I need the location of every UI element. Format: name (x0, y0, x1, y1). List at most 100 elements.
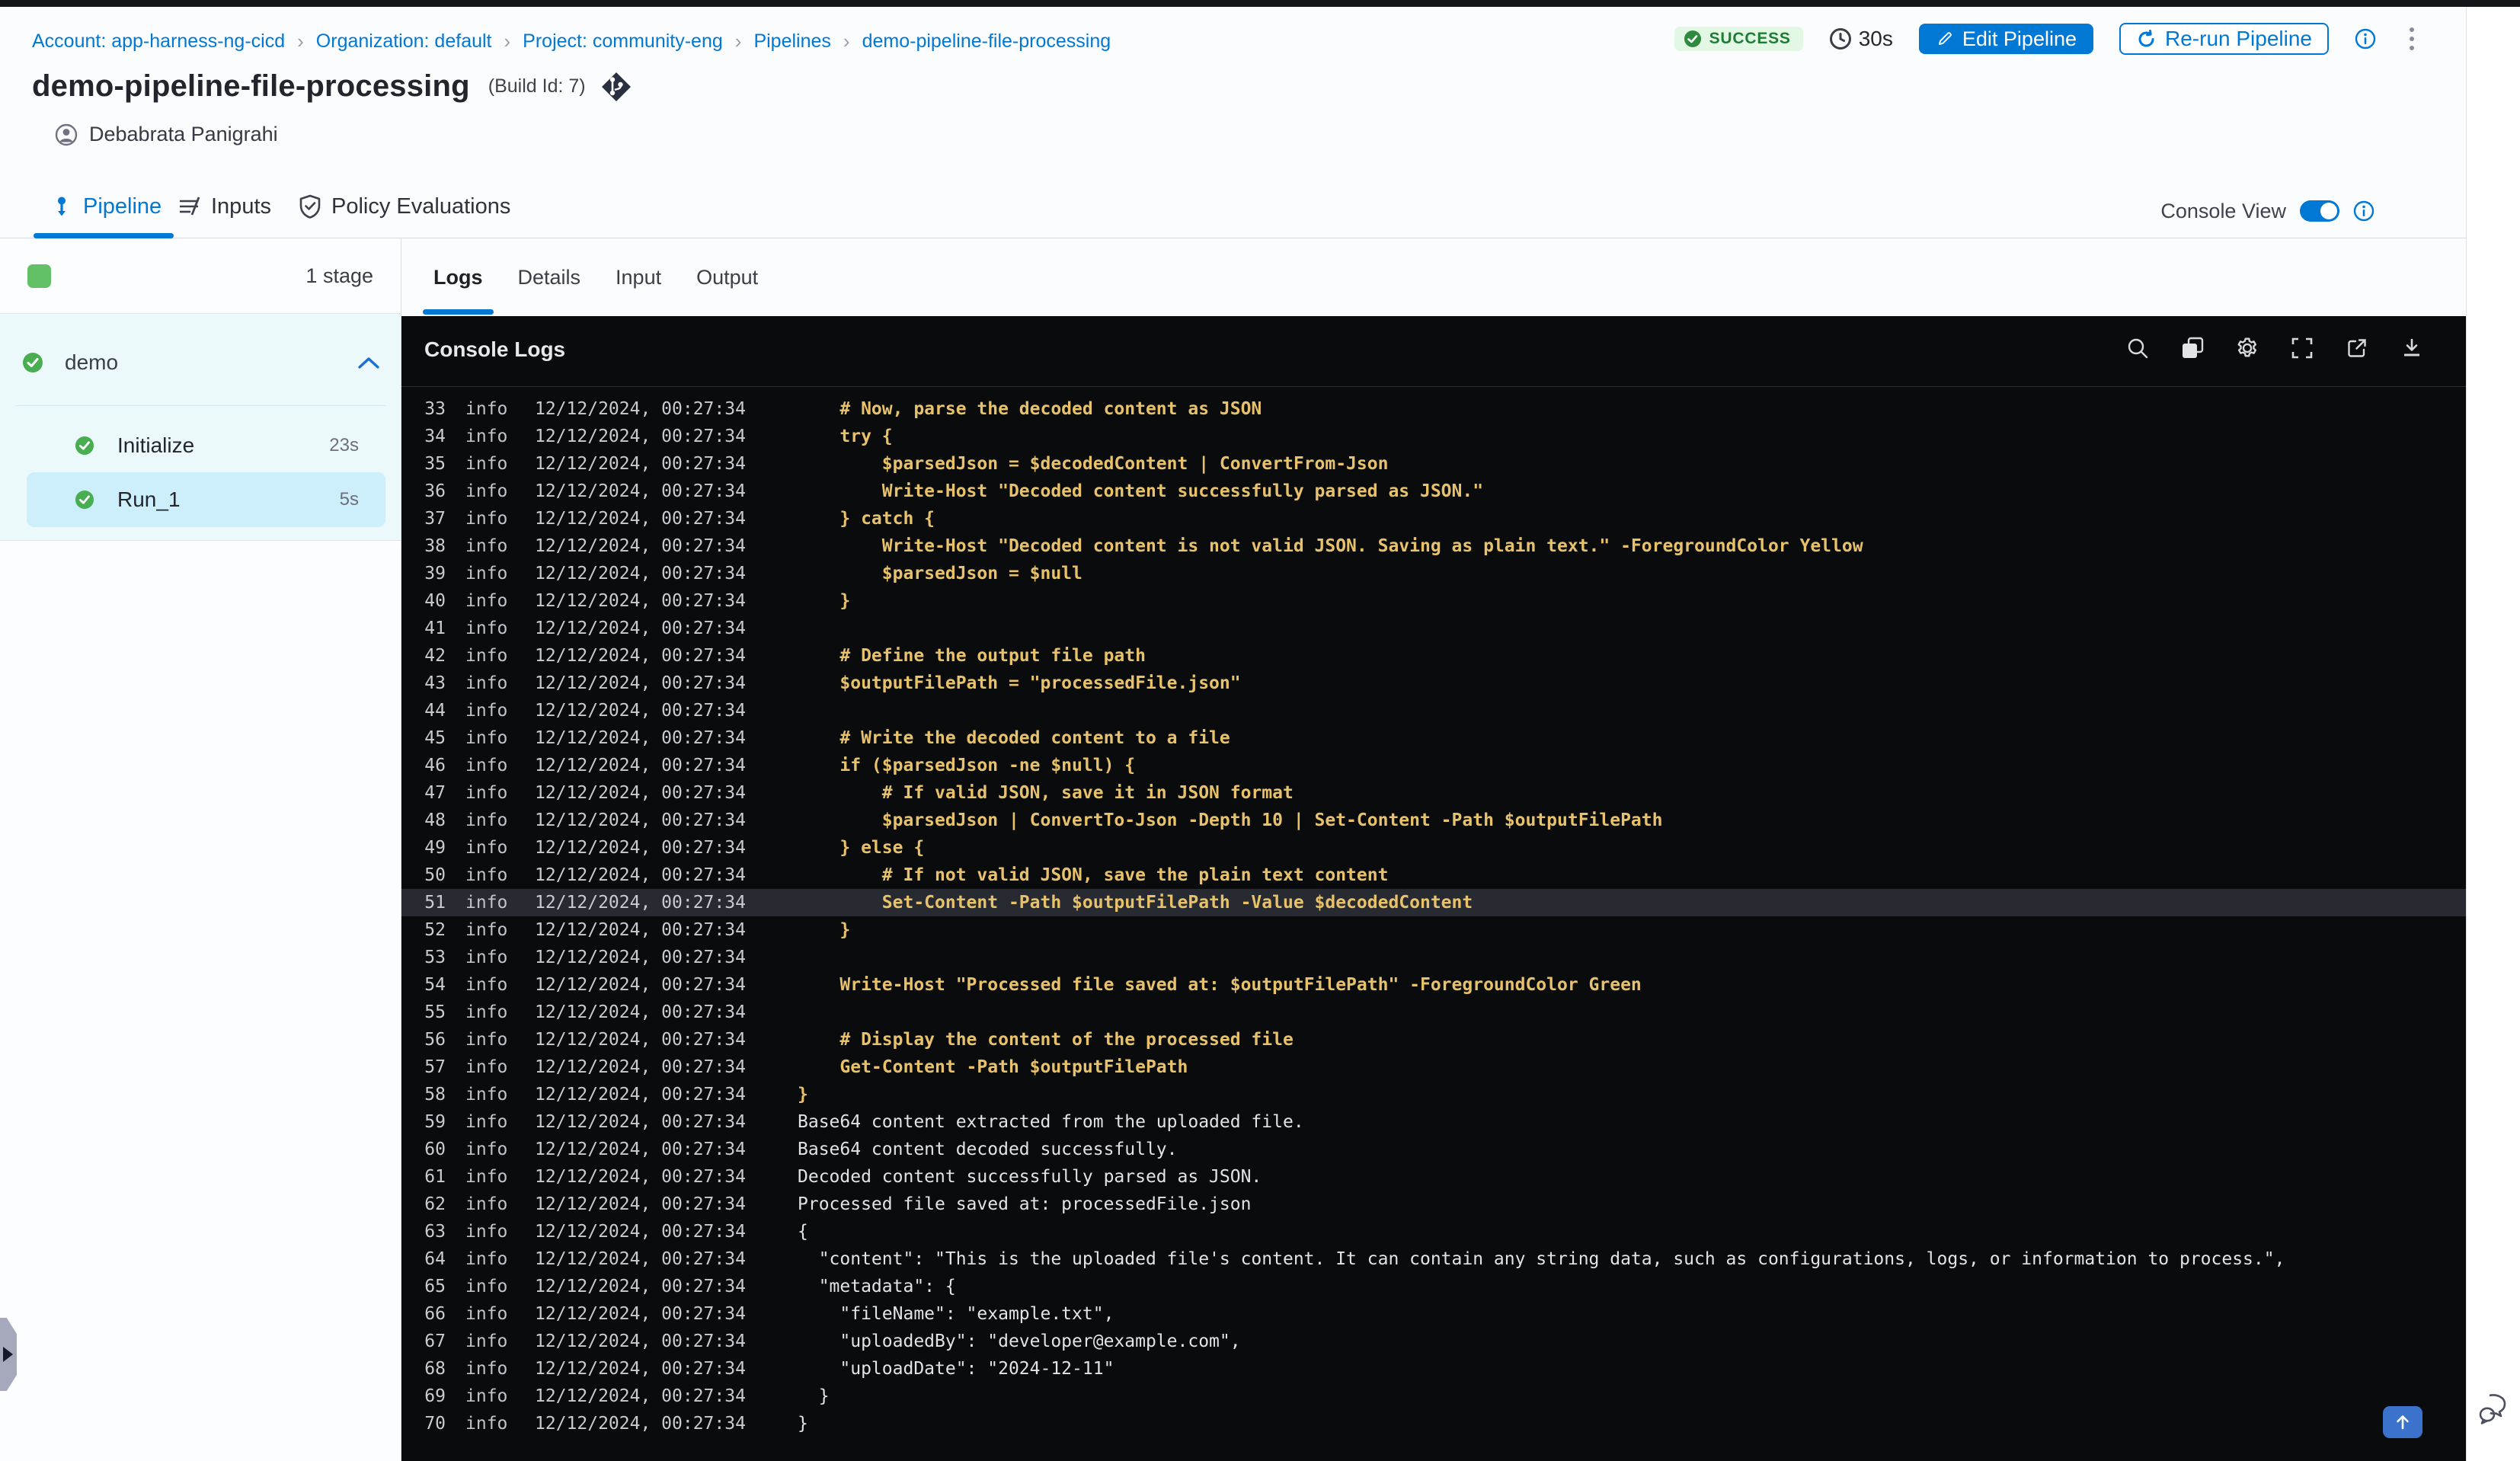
log-line-number[interactable]: 36 (401, 478, 446, 505)
log-line-number[interactable]: 55 (401, 999, 446, 1026)
log-timestamp: 12/12/2024, 00:27:34 (535, 1085, 746, 1105)
log-line-number[interactable]: 52 (401, 916, 446, 944)
settings-gear-icon[interactable] (2235, 336, 2259, 360)
log-line-number[interactable]: 40 (401, 587, 446, 615)
log-line-number[interactable]: 68 (401, 1355, 446, 1383)
log-timestamp: 12/12/2024, 00:27:34 (535, 1414, 746, 1434)
log-line-number[interactable]: 62 (401, 1191, 446, 1218)
log-line-number[interactable]: 58 (401, 1081, 446, 1108)
chevron-up-icon[interactable] (357, 356, 380, 369)
log-line-number[interactable]: 47 (401, 779, 446, 807)
log-line-number[interactable]: 49 (401, 834, 446, 862)
log-message: Write-Host "Decoded content successfully… (798, 481, 1484, 501)
console-view-info-icon[interactable] (2353, 200, 2374, 222)
log-line: 65 info 12/12/2024, 00:27:34 "metadata": { (401, 1273, 2466, 1300)
info-icon[interactable] (2355, 28, 2376, 50)
stage-header-demo[interactable]: demo (0, 346, 401, 379)
log-line-number[interactable]: 67 (401, 1328, 446, 1355)
chat-support-icon[interactable] (2476, 1392, 2511, 1426)
console-view-toggle[interactable] (2300, 200, 2339, 222)
log-line-number[interactable]: 44 (401, 697, 446, 724)
tab-pipeline[interactable]: Pipeline (34, 184, 174, 238)
log-line-number[interactable]: 65 (401, 1273, 446, 1300)
log-level: info (465, 1085, 508, 1105)
log-line-number[interactable]: 53 (401, 944, 446, 971)
log-line-number[interactable]: 43 (401, 670, 446, 697)
log-line-number[interactable]: 56 (401, 1026, 446, 1053)
tab-inputs[interactable]: Inputs (177, 184, 271, 229)
breadcrumb-current-pipeline[interactable]: demo-pipeline-file-processing (862, 30, 1111, 53)
log-line-number[interactable]: 48 (401, 807, 446, 834)
edit-pipeline-button[interactable]: Edit Pipeline (1918, 24, 2093, 54)
author-name: Debabrata Panigrahi (89, 123, 278, 145)
step-row-run-1[interactable]: Run_1 5s (27, 472, 385, 527)
log-line: 55 info 12/12/2024, 00:27:34 (401, 999, 2466, 1026)
tab-logs[interactable]: Logs (423, 238, 494, 316)
log-line-number[interactable]: 63 (401, 1218, 446, 1245)
stage-group-demo: demo Initialize 23s Run_1 5s (0, 314, 401, 541)
log-line-number[interactable]: 33 (401, 395, 446, 423)
rerun-pipeline-button[interactable]: Re-run Pipeline (2119, 23, 2329, 55)
build-id-label: (Build Id: 7) (488, 75, 586, 97)
log-level: info (465, 1222, 508, 1242)
tab-details[interactable]: Details (507, 238, 592, 316)
tab-logs-label: Logs (433, 265, 483, 289)
log-line-number[interactable]: 50 (401, 862, 446, 889)
log-line-number[interactable]: 42 (401, 642, 446, 670)
log-message: "metadata": { (798, 1277, 956, 1296)
download-icon[interactable] (2400, 336, 2424, 360)
log-line-number[interactable]: 60 (401, 1136, 446, 1163)
stage-success-icon (23, 353, 43, 372)
tab-policy-evaluations[interactable]: Policy Evaluations (299, 184, 510, 229)
log-message: # Write the decoded content to a file (798, 728, 1230, 748)
log-line-number[interactable]: 64 (401, 1245, 446, 1273)
log-message: Get-Content -Path $outputFilePath (798, 1057, 1188, 1077)
step-name: Initialize (117, 433, 195, 457)
tab-input[interactable]: Input (605, 238, 672, 316)
breadcrumb-account[interactable]: Account: app-harness-ng-cicd (32, 30, 285, 53)
fullscreen-icon[interactable] (2290, 336, 2314, 360)
log-line: 68 info 12/12/2024, 00:27:34 "uploadDate":… (401, 1355, 2466, 1383)
log-line-number[interactable]: 69 (401, 1383, 446, 1410)
log-line-number[interactable]: 34 (401, 423, 446, 450)
search-icon[interactable] (2125, 336, 2150, 360)
log-line-number[interactable]: 54 (401, 971, 446, 999)
log-line: 44 info 12/12/2024, 00:27:34 (401, 697, 2466, 724)
log-timestamp: 12/12/2024, 00:27:34 (535, 756, 746, 775)
tab-output[interactable]: Output (686, 238, 769, 316)
log-timestamp: 12/12/2024, 00:27:34 (535, 454, 746, 474)
log-line-number[interactable]: 37 (401, 505, 446, 532)
log-line: 66 info 12/12/2024, 00:27:34 "fileName": "… (401, 1300, 2466, 1328)
log-message: "uploadedBy": "developer@example.com", (798, 1332, 1241, 1351)
log-line-number[interactable]: 45 (401, 724, 446, 752)
log-level: info (465, 591, 508, 611)
log-line-number[interactable]: 59 (401, 1108, 446, 1136)
copy-icon[interactable] (2180, 336, 2205, 360)
log-line-number[interactable]: 41 (401, 615, 446, 642)
log-message: Write-Host "Decoded content is not valid… (798, 536, 1863, 556)
log-message: Decoded content successfully parsed as J… (798, 1167, 1262, 1187)
active-tab-underline (423, 309, 494, 315)
log-line-number[interactable]: 51 (401, 889, 446, 916)
log-line-number[interactable]: 35 (401, 450, 446, 478)
step-row-initialize[interactable]: Initialize 23s (27, 423, 385, 468)
log-line: 60 info 12/12/2024, 00:27:34 Base64 content… (401, 1136, 2466, 1163)
log-line-number[interactable]: 70 (401, 1410, 446, 1437)
log-line-number[interactable]: 61 (401, 1163, 446, 1191)
breadcrumb-organization[interactable]: Organization: default (316, 30, 492, 53)
log-timestamp: 12/12/2024, 00:27:34 (535, 481, 746, 501)
screen: Account: app-harness-ng-cicd › Organizat… (0, 0, 2520, 1461)
breadcrumb-pipelines[interactable]: Pipelines (753, 30, 830, 53)
more-options-menu[interactable] (2402, 24, 2422, 53)
log-timestamp: 12/12/2024, 00:27:34 (535, 838, 746, 858)
divider (15, 405, 385, 406)
log-line-number[interactable]: 39 (401, 560, 446, 587)
log-line-number[interactable]: 46 (401, 752, 446, 779)
breadcrumb-project[interactable]: Project: community-eng (523, 30, 723, 53)
open-in-new-icon[interactable] (2345, 336, 2369, 360)
scroll-to-top-button[interactable] (2383, 1406, 2422, 1438)
log-line-number[interactable]: 57 (401, 1053, 446, 1081)
log-line-number[interactable]: 66 (401, 1300, 446, 1328)
log-timestamp: 12/12/2024, 00:27:34 (535, 1030, 746, 1050)
log-line-number[interactable]: 38 (401, 532, 446, 560)
